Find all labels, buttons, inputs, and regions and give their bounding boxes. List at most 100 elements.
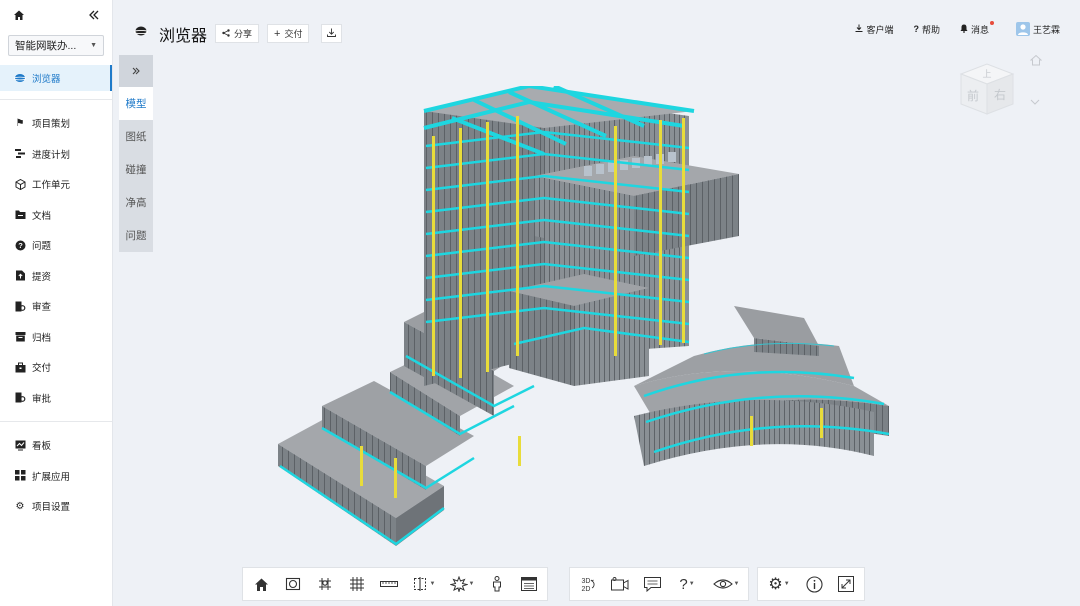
viewcube-right-label: 右: [994, 87, 1006, 102]
apps-icon: [14, 470, 26, 482]
review-icon: [14, 300, 26, 312]
viewcube-top-label: 上: [982, 69, 991, 80]
sidebar: 智能网联办... ▼ 浏览器 ⚑ 项目策划 进度计划 工作单元 文档 ? 问题 …: [0, 0, 113, 606]
eye-icon[interactable]: ▼: [710, 572, 742, 596]
section-box-icon[interactable]: [281, 572, 305, 596]
cube-icon: [14, 178, 26, 190]
viewcube-home-icon[interactable]: [1029, 54, 1043, 69]
model-tabs: 模型 图纸 碰撞 净高 问题: [119, 55, 153, 252]
download-button[interactable]: [321, 24, 342, 43]
sidebar-item-extensions[interactable]: 扩展应用: [0, 461, 112, 492]
comment-icon[interactable]: [640, 572, 664, 596]
avatar: [1015, 22, 1030, 36]
chevron-down-icon: ▼: [90, 42, 97, 49]
collapse-sidebar-icon[interactable]: [88, 9, 100, 24]
page-title: 浏览器: [159, 28, 208, 45]
deliver-button[interactable]: + 交付: [267, 24, 310, 43]
building-model-render[interactable]: [274, 86, 894, 566]
download-icon: [855, 24, 863, 34]
question-icon: ?: [913, 24, 919, 34]
toolbar-group-settings: ⚙ ▼: [757, 567, 865, 601]
share-label: 分享: [234, 29, 253, 39]
viewcube-menu-icon[interactable]: [1030, 98, 1040, 109]
sidebar-item-browser[interactable]: 浏览器: [0, 65, 112, 91]
help-label: 帮助: [921, 24, 940, 35]
svg-text:?: ?: [18, 241, 23, 250]
archive-icon: [14, 331, 26, 343]
sidebar-item-label: 文档: [32, 210, 52, 222]
properties-icon[interactable]: [517, 572, 541, 596]
camera-icon[interactable]: [608, 572, 632, 596]
viewcube[interactable]: 上 前 右: [953, 56, 1019, 121]
tab-model[interactable]: 模型: [119, 87, 153, 120]
header: 浏览器 分享 + 交付 客户端 ? 帮助 消息 王艺霖: [114, 0, 1080, 56]
help-icon[interactable]: ? ▼: [672, 572, 702, 596]
sidebar-item-label: 进度计划: [32, 149, 71, 161]
sidebar-item-review[interactable]: 审查: [0, 291, 112, 322]
client-link[interactable]: 客户端: [855, 23, 893, 36]
sidebar-top: [0, 0, 112, 32]
sidebar-item-label: 浏览器: [32, 74, 61, 85]
sidebar-nav: 浏览器 ⚑ 项目策划 进度计划 工作单元 文档 ? 问题 提资 审查 归档 交付…: [0, 65, 112, 522]
svg-text:3D: 3D: [582, 578, 591, 585]
approval-icon: [14, 392, 26, 404]
sidebar-item-label: 扩展应用: [32, 471, 71, 483]
help-link[interactable]: ? 帮助: [913, 23, 940, 36]
sidebar-item-submit[interactable]: 提资: [0, 261, 112, 292]
messages-link[interactable]: 消息: [960, 21, 996, 36]
browser-logo-icon: [133, 24, 149, 38]
tab-clash[interactable]: 碰撞: [119, 153, 153, 186]
sidebar-item-archive[interactable]: 归档: [0, 322, 112, 353]
toolbar-group-navigation: ▼ ▼: [242, 567, 548, 601]
grid-icon[interactable]: [345, 572, 369, 596]
tab-clearance[interactable]: 净高: [119, 186, 153, 219]
section-plane-icon[interactable]: ▼: [409, 572, 439, 596]
sidebar-item-work-unit[interactable]: 工作单元: [0, 169, 112, 200]
expand-panel-icon[interactable]: [119, 55, 153, 87]
home-icon[interactable]: [13, 9, 25, 24]
sidebar-item-deliver[interactable]: 交付: [0, 352, 112, 383]
3d-2d-toggle-icon[interactable]: 3D 2D: [576, 572, 600, 596]
sidebar-item-label: 审查: [32, 302, 52, 314]
explode-icon[interactable]: ▼: [447, 572, 477, 596]
viewcube-front-label: 前: [967, 88, 979, 103]
gantt-icon: [14, 148, 26, 160]
toolbar-group-view: 3D 2D ? ▼ ▼: [569, 567, 749, 601]
chart-icon: [14, 439, 26, 451]
svg-text:2D: 2D: [582, 586, 591, 592]
notification-dot: [989, 21, 994, 25]
sidebar-item-label: 工作单元: [32, 180, 71, 192]
person-icon[interactable]: [485, 572, 509, 596]
sidebar-item-label: 看板: [32, 441, 52, 453]
info-icon[interactable]: [802, 572, 826, 596]
sidebar-item-dashboard[interactable]: 看板: [0, 430, 112, 461]
model-viewport[interactable]: [114, 56, 1080, 606]
sidebar-item-label: 审批: [32, 393, 52, 405]
folder-icon: [14, 209, 26, 221]
deliver-label: 交付: [284, 29, 303, 39]
fullscreen-icon[interactable]: [834, 572, 858, 596]
user-menu[interactable]: 王艺霖: [1015, 22, 1060, 36]
sidebar-item-label: 归档: [32, 332, 52, 344]
settings-icon[interactable]: ⚙ ▼: [764, 572, 794, 596]
share-button[interactable]: 分享: [215, 24, 260, 43]
home-view-icon[interactable]: [249, 572, 273, 596]
project-select[interactable]: 智能网联办... ▼: [8, 35, 104, 56]
tab-drawings[interactable]: 图纸: [119, 120, 153, 153]
project-name: 智能网联办...: [15, 40, 77, 52]
sidebar-item-documents[interactable]: 文档: [0, 200, 112, 231]
user-name: 王艺霖: [1032, 24, 1060, 35]
sidebar-item-issues[interactable]: ? 问题: [0, 230, 112, 261]
sidebar-item-settings[interactable]: ⚙ 项目设置: [0, 491, 112, 522]
sidebar-item-schedule[interactable]: 进度计划: [0, 139, 112, 170]
sidebar-item-label: 交付: [32, 363, 52, 375]
locate-icon[interactable]: [313, 572, 337, 596]
tab-issues[interactable]: 问题: [119, 219, 153, 252]
sidebar-item-planning[interactable]: ⚑ 项目策划: [0, 108, 112, 139]
measure-icon[interactable]: [377, 572, 401, 596]
question-circle-icon: ?: [14, 239, 26, 251]
client-label: 客户端: [866, 24, 894, 35]
sidebar-item-label: 项目设置: [32, 502, 71, 514]
sidebar-item-approval[interactable]: 审批: [0, 383, 112, 414]
plus-icon: +: [274, 27, 281, 40]
